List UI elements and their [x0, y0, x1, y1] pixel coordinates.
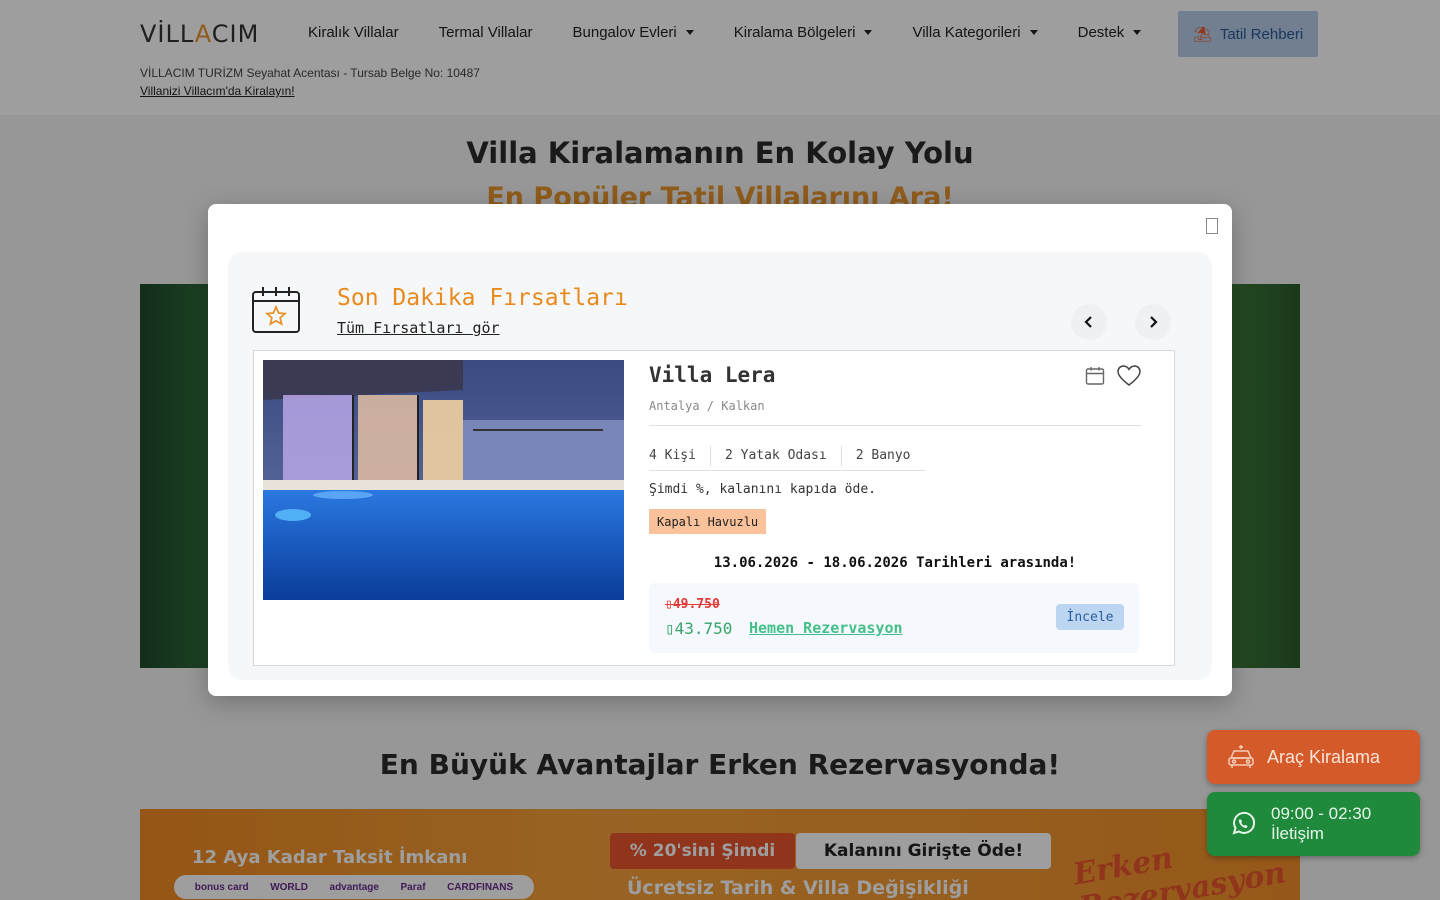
currency-icon: ▯ — [665, 619, 675, 638]
calendar-icon[interactable] — [1085, 366, 1105, 386]
heart-icon[interactable] — [1117, 365, 1141, 387]
spec-bathrooms: 2 Banyo — [840, 445, 925, 466]
car-rental-label: Araç Kiralama — [1267, 746, 1381, 767]
deal-dates: 13.06.2026 - 18.06.2026 Tarihleri arasın… — [713, 555, 1077, 571]
deal-panel: Son Dakika Fırsatları Tüm Fırsatları gör — [228, 252, 1212, 680]
reserve-now-link[interactable]: Hemen Rezervasyon — [749, 619, 903, 637]
car-icon — [1228, 745, 1254, 768]
spec-guests: 4 Kişi — [649, 448, 696, 463]
close-icon[interactable] — [1206, 218, 1218, 234]
whatsapp-hours: 09:00 - 02:30 — [1271, 804, 1372, 823]
old-price-value: 49.750 — [672, 597, 720, 612]
last-minute-deals-modal: Son Dakika Fırsatları Tüm Fırsatları gör — [208, 204, 1232, 696]
new-price-value: 43.750 — [674, 619, 733, 638]
villa-photo[interactable] — [263, 360, 624, 600]
review-button[interactable]: İncele — [1056, 604, 1124, 630]
chevron-right-icon — [1150, 316, 1158, 328]
villa-name[interactable]: Villa Lera — [649, 363, 775, 387]
villa-photo-illustration — [263, 360, 624, 600]
whatsapp-icon — [1232, 811, 1256, 835]
next-deal-button[interactable] — [1135, 304, 1171, 340]
whatsapp-label: İletişim — [1271, 824, 1324, 843]
price-box: ▯49.750 ▯43.750 Hemen Rezervasyon İncele — [649, 583, 1139, 653]
old-price: ▯49.750 — [665, 597, 720, 612]
villa-deal-card: Villa Lera Antalya / Kalkan 4 Kişi 2 Yat… — [253, 350, 1175, 666]
villa-location: Antalya / Kalkan — [649, 399, 765, 413]
villa-specs: 4 Kişi 2 Yatak Odası 2 Banyo — [649, 441, 925, 471]
new-price: ▯43.750 — [665, 619, 732, 638]
chevron-left-icon — [1084, 316, 1092, 328]
whatsapp-contact-button[interactable]: 09:00 - 02:30 İletişim — [1207, 792, 1420, 856]
currency-icon: ▯ — [665, 597, 673, 612]
calendar-star-icon — [252, 287, 300, 333]
deals-title: Son Dakika Fırsatları — [337, 285, 628, 311]
payment-note: Şimdi %, kalanını kapıda öde. — [649, 482, 876, 497]
divider — [649, 425, 1141, 426]
feature-tag: Kapalı Havuzlu — [649, 509, 767, 534]
car-rental-button[interactable]: Araç Kiralama — [1207, 730, 1420, 784]
previous-deal-button[interactable] — [1071, 304, 1107, 340]
spec-bedrooms: 2 Yatak Odası — [709, 445, 841, 466]
see-all-deals-link[interactable]: Tüm Fırsatları gör — [337, 319, 500, 337]
